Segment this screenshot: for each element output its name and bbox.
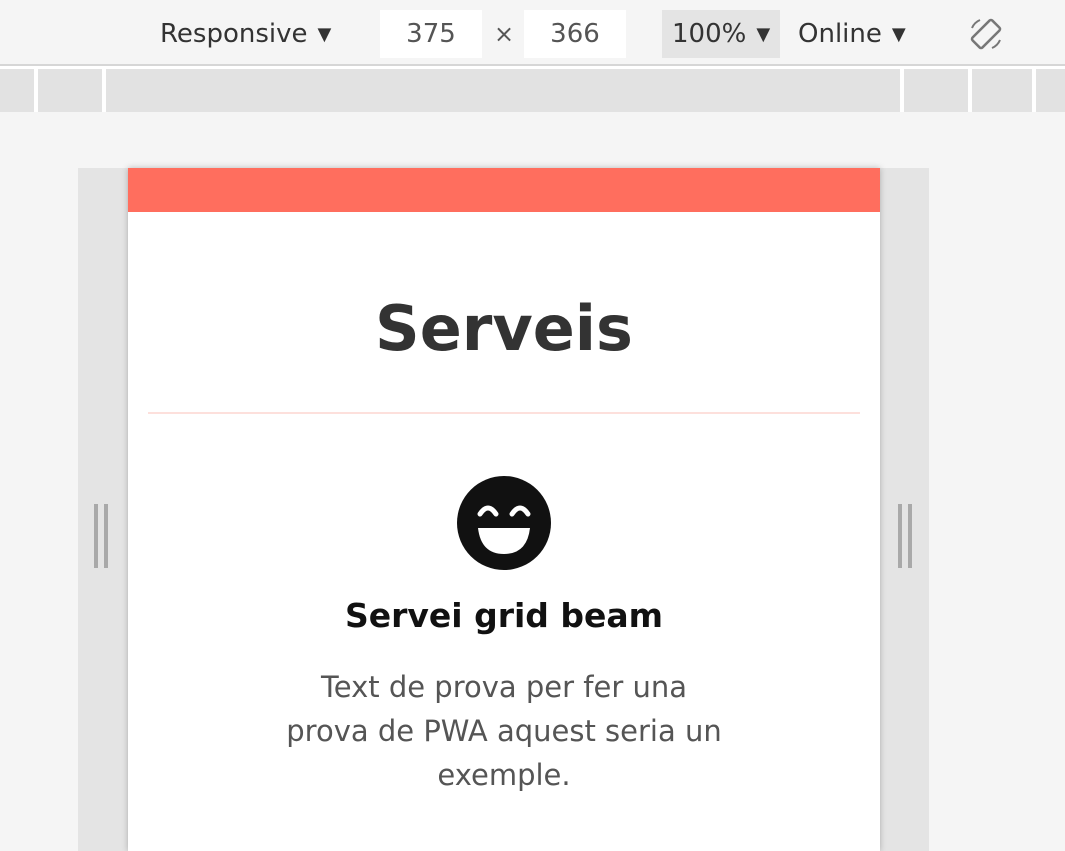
right-resize-handle[interactable] <box>898 504 912 568</box>
dropdown-arrow-icon: ▼ <box>317 23 332 45</box>
width-input[interactable]: 375 <box>380 10 482 58</box>
dimension-separator: × <box>494 20 515 48</box>
rotate-button[interactable] <box>966 10 1006 58</box>
dropdown-arrow-icon: ▼ <box>891 23 906 45</box>
device-mode-label: Responsive <box>160 19 308 49</box>
zoom-dropdown[interactable]: 100% ▼ <box>662 10 781 58</box>
media-query-divider <box>102 69 106 112</box>
dropdown-arrow-icon: ▼ <box>756 23 771 45</box>
device-mode-dropdown[interactable]: Responsive ▼ <box>160 10 331 58</box>
grinning-face-icon <box>457 476 551 570</box>
media-query-divider <box>34 69 38 112</box>
section-title: Serveis <box>375 292 633 365</box>
left-resize-handle[interactable] <box>94 504 108 568</box>
service-description: Text de prova per fer una prova de PWA a… <box>286 670 722 792</box>
media-query-divider <box>900 69 904 112</box>
height-input[interactable]: 366 <box>524 10 626 58</box>
section-divider <box>148 412 860 414</box>
media-query-bar[interactable] <box>0 66 1065 112</box>
rotate-icon <box>970 18 1002 50</box>
device-viewport: Serveis Servei grid beam Text de prova p… <box>128 168 880 851</box>
throttling-label: Online <box>798 19 882 49</box>
service-title: Servei grid beam <box>344 596 664 635</box>
media-query-divider <box>1032 69 1036 112</box>
media-query-divider <box>968 69 972 112</box>
throttling-dropdown[interactable]: Online ▼ <box>798 10 906 58</box>
device-toolbar: Responsive ▼ 375 × 366 100% ▼ Online ▼ <box>0 0 1065 66</box>
page-header-bar <box>128 168 880 212</box>
zoom-label: 100% <box>672 19 747 49</box>
